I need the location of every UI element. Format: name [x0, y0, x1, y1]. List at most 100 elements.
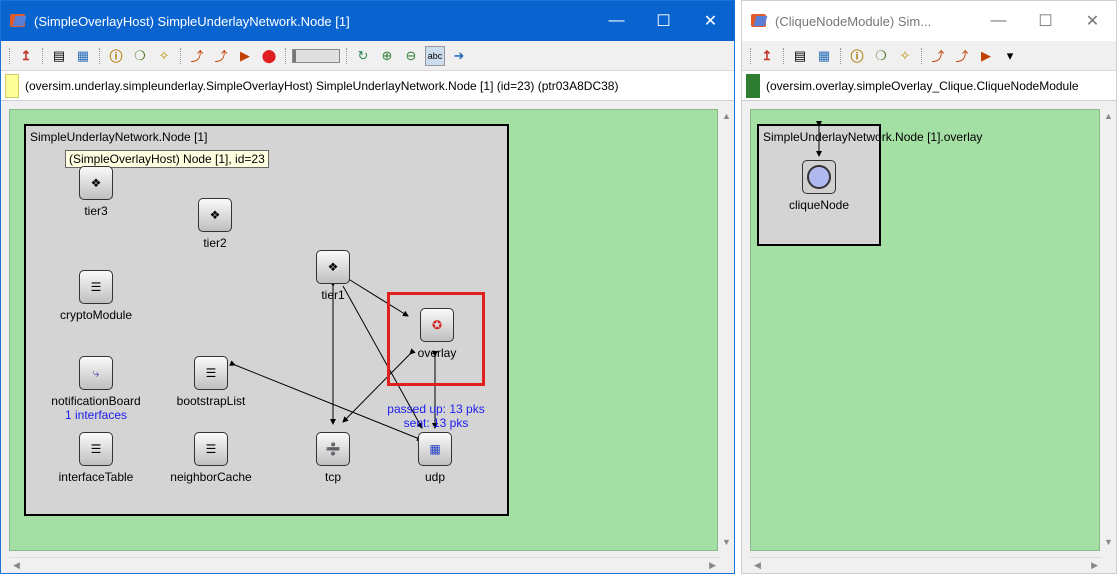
stop-icon[interactable]: ⬤: [259, 46, 279, 66]
node-label: cliqueNode: [788, 198, 850, 212]
node-label: tier3: [84, 204, 108, 218]
scroll-left-icon[interactable]: ◀: [754, 560, 761, 571]
fast-icon[interactable]: ⤴: [952, 46, 972, 66]
notification-board-module[interactable]: ⤷ notificationBoard 1 interfaces: [51, 356, 141, 422]
zoom-in-icon[interactable]: ⊕: [377, 46, 397, 66]
minimize-button[interactable]: —: [975, 1, 1022, 41]
node-label: bootstrapList: [176, 394, 246, 408]
step-icon[interactable]: ⤴: [187, 46, 207, 66]
queue-icon: ▦: [418, 432, 452, 466]
clique-node-module[interactable]: cliqueNode: [774, 160, 864, 212]
list-icon: ☰: [79, 270, 113, 304]
toolbar: ↥ ▤ ▦ ⓘ ❍ ✧ ⤴ ⤴ ▶ ▾: [742, 41, 1116, 71]
lightning-icon: ⤷: [79, 356, 113, 390]
run-icon[interactable]: ▶: [235, 46, 255, 66]
toolbar: ↥ ▤ ▦ ⓘ ❍ ✧ ⤴ ⤴ ▶ ⬤ ↻ ⊕ ⊖ abc ➜: [1, 41, 734, 71]
up-arrow-icon[interactable]: ↥: [757, 46, 777, 66]
udp-module[interactable]: ▦ udp: [390, 432, 480, 484]
scroll-left-icon[interactable]: ◀: [13, 560, 20, 571]
screen-icon[interactable]: ▦: [814, 46, 834, 66]
object-icon[interactable]: ❍: [130, 46, 150, 66]
object-icon[interactable]: ❍: [871, 46, 891, 66]
cannon-icon: ➗: [316, 432, 350, 466]
app-icon: [9, 12, 27, 30]
circle-node-icon: [802, 160, 836, 194]
list-icon: ☰: [194, 432, 228, 466]
vertical-scrollbar[interactable]: ▲ ▼: [718, 109, 734, 567]
dropdown-icon[interactable]: ▾: [1000, 46, 1020, 66]
path-color-box: [746, 73, 760, 98]
scroll-up-icon[interactable]: ▲: [722, 111, 731, 121]
fast-icon[interactable]: ⤴: [211, 46, 231, 66]
node-label: tier2: [203, 236, 227, 250]
window-title: (SimpleOverlayHost) SimpleUnderlayNetwor…: [34, 13, 350, 29]
run-icon[interactable]: ▶: [976, 46, 996, 66]
search-icon[interactable]: ✧: [154, 46, 174, 66]
scroll-right-icon[interactable]: ▶: [1091, 560, 1098, 571]
node-label: tcp: [324, 470, 341, 484]
app-icon: [750, 12, 768, 30]
step-icon[interactable]: ⤴: [928, 46, 948, 66]
info-icon[interactable]: ⓘ: [847, 46, 867, 66]
scroll-up-icon[interactable]: ▲: [1104, 111, 1113, 121]
list-icon[interactable]: ▤: [790, 46, 810, 66]
path-bar: (oversim.underlay.simpleunderlay.SimpleO…: [1, 71, 734, 101]
close-button[interactable]: ✕: [1069, 1, 1116, 41]
zoom-out-icon[interactable]: ⊖: [401, 46, 421, 66]
puzzle-icon: ❖: [316, 250, 350, 284]
object-path: (oversim.overlay.simpleOverlay_Clique.Cl…: [766, 78, 1079, 93]
puzzle-icon: ❖: [198, 198, 232, 232]
arrow-icon[interactable]: ➜: [449, 46, 469, 66]
labels-icon[interactable]: abc: [425, 45, 445, 66]
window-title: (CliqueNodeModule) Sim...: [775, 13, 932, 29]
path-color-box: [5, 73, 19, 98]
title-bar: (SimpleOverlayHost) SimpleUnderlayNetwor…: [1, 1, 734, 41]
overlay-window: (CliqueNodeModule) Sim... — ☐ ✕ ↥ ▤ ▦ ⓘ …: [741, 0, 1117, 574]
node-label: interfaceTable: [58, 470, 134, 484]
passed-up-text: passed up: 13 pks: [387, 402, 485, 416]
scroll-down-icon[interactable]: ▼: [1104, 537, 1113, 547]
network-canvas[interactable]: SimpleUnderlayNetwork.Node [1].overlay c…: [750, 109, 1100, 551]
interface-table-module[interactable]: ☰ interfaceTable: [51, 432, 141, 484]
list-icon[interactable]: ▤: [49, 46, 69, 66]
puzzle-icon: ❖: [79, 166, 113, 200]
node-window: (SimpleOverlayHost) SimpleUnderlayNetwor…: [0, 0, 735, 574]
object-path: (oversim.underlay.simpleunderlay.SimpleO…: [25, 78, 619, 93]
title-bar: (CliqueNodeModule) Sim... — ☐ ✕: [742, 1, 1116, 41]
udp-stats: passed up: 13 pks sent: 13 pks: [378, 402, 494, 430]
list-icon: ☰: [79, 432, 113, 466]
search-icon[interactable]: ✧: [895, 46, 915, 66]
minimize-button[interactable]: —: [593, 1, 640, 41]
node-label: notificationBoard: [51, 394, 141, 408]
neighbor-cache-module[interactable]: ☰ neighborCache: [166, 432, 256, 484]
tcp-module[interactable]: ➗ tcp: [288, 432, 378, 484]
crypto-module[interactable]: ☰ cryptoModule: [51, 270, 141, 322]
tier1-module[interactable]: ❖ tier1: [288, 250, 378, 302]
node-label: cryptoModule: [59, 308, 133, 322]
node-label: neighborCache: [170, 470, 252, 484]
overlay-highlight: [387, 292, 485, 386]
refresh-icon[interactable]: ↻: [353, 46, 373, 66]
sent-text: sent: 13 pks: [403, 416, 469, 430]
path-bar: (oversim.overlay.simpleOverlay_Clique.Cl…: [742, 71, 1116, 101]
tier2-module[interactable]: ❖ tier2: [170, 198, 260, 250]
node-label: tier1: [321, 288, 345, 302]
maximize-button[interactable]: ☐: [640, 1, 687, 41]
scroll-down-icon[interactable]: ▼: [722, 537, 731, 547]
network-canvas[interactable]: SimpleUnderlayNetwork.Node [1] (SimpleOv…: [9, 109, 718, 551]
up-arrow-icon[interactable]: ↥: [16, 46, 36, 66]
horizontal-scrollbar[interactable]: ◀ ▶: [750, 557, 1102, 573]
speed-slider[interactable]: [292, 48, 340, 63]
close-button[interactable]: ✕: [687, 1, 734, 41]
horizontal-scrollbar[interactable]: ◀ ▶: [9, 557, 720, 573]
list-icon: ☰: [194, 356, 228, 390]
screen-icon[interactable]: ▦: [73, 46, 93, 66]
vertical-scrollbar[interactable]: ▲ ▼: [1100, 109, 1116, 567]
bootstrap-list-module[interactable]: ☰ bootstrapList: [166, 356, 256, 408]
node-label: udp: [424, 470, 446, 484]
interfaces-link[interactable]: 1 interfaces: [51, 408, 141, 422]
scroll-right-icon[interactable]: ▶: [709, 560, 716, 571]
info-icon[interactable]: ⓘ: [106, 46, 126, 66]
maximize-button[interactable]: ☐: [1022, 1, 1069, 41]
tier3-module[interactable]: ❖ tier3: [51, 166, 141, 218]
